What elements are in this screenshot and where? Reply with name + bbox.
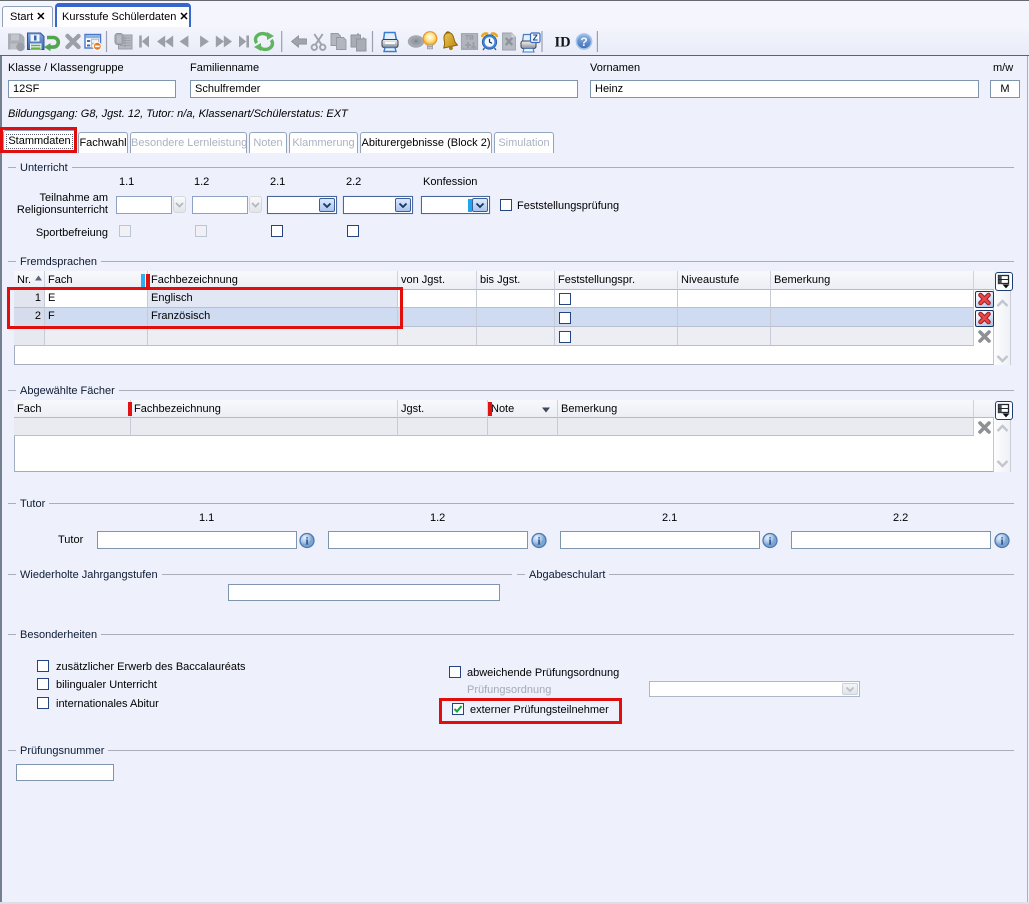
svg-text:TB: TB [465, 34, 474, 41]
svg-text:i: i [537, 536, 540, 548]
svg-text:i: i [1000, 536, 1003, 548]
svg-text:i: i [305, 536, 308, 548]
svg-text:Z: Z [533, 33, 538, 43]
svg-text:ID: ID [554, 35, 570, 51]
svg-text:i: i [768, 536, 771, 548]
svg-text:?: ? [580, 35, 587, 49]
